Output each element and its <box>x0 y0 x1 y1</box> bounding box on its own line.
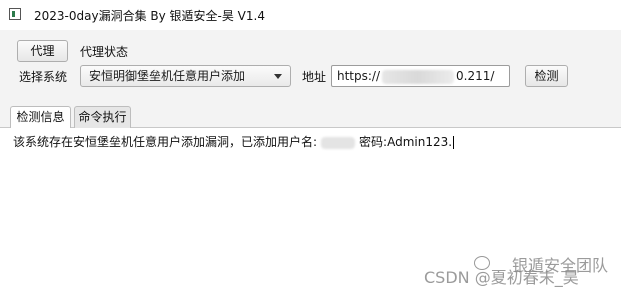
address-input[interactable]: https:// 0.211/ <box>331 65 510 87</box>
output-text-after: 密码:Admin123. <box>359 135 453 149</box>
address-label: 地址 <box>302 70 327 84</box>
tab-command-exec[interactable]: 命令执行 <box>74 106 131 128</box>
redacted-username <box>321 136 356 149</box>
system-select-value: 安恒明御堡垒机任意用户添加 <box>89 69 246 83</box>
output-line: 该系统存在安恒堡垒机任意用户添加漏洞，已添加用户名: 密码:Admin123. <box>13 133 455 150</box>
chevron-down-icon[interactable] <box>274 74 282 79</box>
toolbar: 代理 代理状态 选择系统 安恒明御堡垒机任意用户添加 地址 https:// 0.… <box>0 30 621 100</box>
address-prefix: https:// <box>337 69 381 83</box>
watermark-csdn: CSDN @夏初春末_昊 <box>424 268 579 287</box>
detect-button[interactable]: 检测 <box>525 65 568 87</box>
text-caret <box>453 136 455 149</box>
title-bar: 2023-0day漏洞合集 By 银遁安全-昊 V1.4 <box>0 0 621 30</box>
window-title: 2023-0day漏洞合集 By 银遁安全-昊 V1.4 <box>34 9 265 23</box>
system-select[interactable]: 安恒明御堡垒机任意用户添加 <box>80 65 291 87</box>
proxy-status-label: 代理状态 <box>80 45 129 59</box>
tab-detect-info[interactable]: 检测信息 <box>10 106 71 129</box>
output-text-before: 该系统存在安恒堡垒机任意用户添加漏洞，已添加用户名: <box>13 135 318 149</box>
proxy-button[interactable]: 代理 <box>17 40 68 62</box>
window-icon <box>9 8 21 20</box>
address-suffix: 0.211/ <box>456 69 495 83</box>
select-system-label: 选择系统 <box>19 70 68 84</box>
redacted-host <box>382 69 455 84</box>
tab-bar: 检测信息 命令执行 <box>0 100 621 129</box>
